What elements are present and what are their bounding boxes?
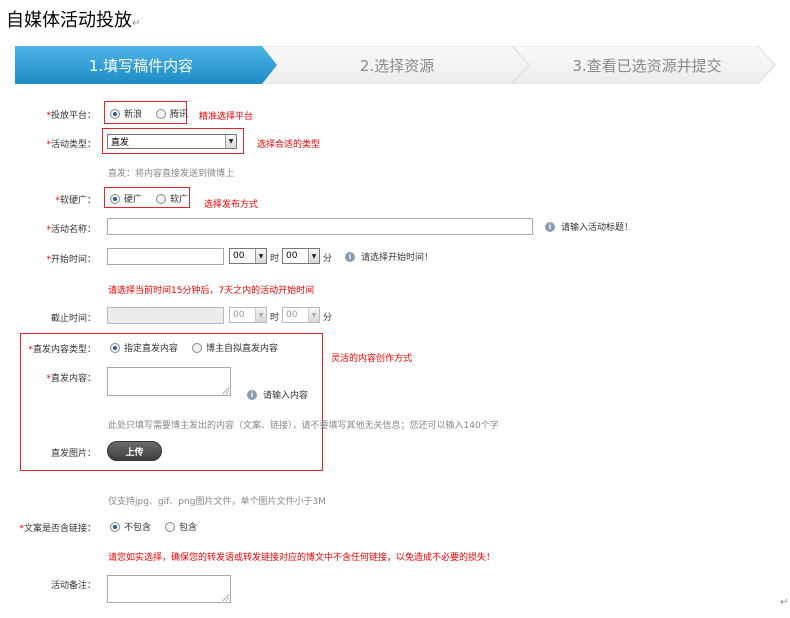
start-hour-unit: 时: [270, 254, 280, 264]
soft-hard-annotation: 选择发布方式: [204, 200, 259, 210]
platform-label: *投放平台：: [46, 111, 96, 121]
start-minute-unit: 分: [323, 254, 333, 264]
direct-content-type-radio-group: 指定直发内容 博主自拟直发内容: [110, 341, 278, 354]
specified-content-radio[interactable]: [110, 342, 120, 353]
activity-type-annotation: 选择合适的类型: [257, 140, 321, 150]
activity-type-value: 直发: [111, 138, 130, 148]
activity-type-select[interactable]: 直发 ▼: [107, 134, 237, 149]
specified-content-label: 指定直发内容: [124, 344, 179, 354]
platform-radio-group: 新浪 腾讯: [110, 107, 188, 120]
no-link-radio[interactable]: [110, 521, 120, 532]
end-minute-value: 00: [286, 310, 298, 320]
activity-name-input[interactable]: [107, 218, 533, 235]
end-minute-unit: 分: [323, 313, 333, 323]
end-time-label: 截止时间：: [50, 314, 96, 324]
start-time-hint: i 请选择开始时间！: [345, 250, 433, 263]
step-1-label[interactable]: 1.填写稿件内容: [15, 55, 267, 76]
direct-content-type-annotation: 灵活的内容创作方式: [331, 354, 413, 364]
start-time-note: 请选择当前时间15分钟后，7天之内的活动开始时间: [108, 286, 315, 296]
platform-sina-label: 新浪: [124, 110, 143, 120]
info-icon: i: [345, 251, 355, 262]
direct-content-hint: i 请输入内容: [247, 388, 308, 401]
end-date-input: [107, 307, 224, 324]
direct-image-label: 直发图片：: [50, 449, 96, 459]
platform-sina-radio[interactable]: [110, 108, 120, 119]
no-link-label: 不包含: [124, 523, 152, 533]
activity-name-hint: i 请输入活动标题！: [545, 220, 633, 233]
activity-type-label: *活动类型：: [46, 140, 96, 150]
start-hour-select[interactable]: 00 ▼: [229, 248, 267, 264]
soft-hard-radio-group: 硬广 软广: [110, 192, 188, 205]
direct-content-note: 此处只填写需要博主发出的内容（文案、链接），请不要填写其他无关信息；您还可以输入…: [108, 421, 499, 431]
end-minute-select: 00 ▼: [282, 307, 320, 323]
soft-hard-label: *软硬广：: [55, 196, 96, 206]
paragraph-mark: ↵: [780, 597, 789, 608]
start-date-input[interactable]: [107, 248, 224, 265]
start-hour-value: 00: [233, 251, 245, 261]
direct-content-textarea[interactable]: [107, 367, 231, 396]
end-hour-unit: 时: [270, 313, 280, 323]
blogger-content-label: 博主自拟直发内容: [206, 344, 279, 354]
step-3-label[interactable]: 3.查看已选资源并提交: [529, 55, 765, 76]
direct-content-label: *直发内容：: [46, 374, 96, 384]
chevron-down-icon: ▼: [255, 249, 266, 263]
remarks-textarea[interactable]: [107, 575, 231, 603]
hard-ad-radio[interactable]: [110, 193, 120, 204]
direct-image-note: 仅支持jpg、gif、png图片文件，单个图片文件小于3M: [108, 497, 326, 507]
soft-ad-radio[interactable]: [156, 193, 167, 204]
upload-button[interactable]: 上传: [107, 441, 162, 461]
chevron-down-icon: ▼: [225, 135, 236, 148]
contains-link-label: *文案是否含链接：: [19, 524, 96, 534]
hard-ad-label: 硬广: [124, 195, 143, 205]
step-2-label[interactable]: 2.选择资源: [277, 55, 517, 76]
end-hour-select: 00 ▼: [229, 307, 267, 323]
resize-handle-icon[interactable]: [222, 387, 229, 394]
has-link-label: 包含: [179, 523, 198, 533]
resize-handle-icon[interactable]: [222, 594, 229, 601]
start-time-label: *开始时间：: [46, 255, 96, 265]
activity-name-label: *活动名称：: [46, 225, 96, 235]
soft-ad-label: 软广: [170, 195, 189, 205]
activity-type-hint: 直发：将内容直接发送到微博上: [108, 169, 235, 179]
page-title: 自媒体活动投放↵: [6, 10, 141, 31]
platform-tencent-label: 腾讯: [170, 110, 189, 120]
remarks-label: 活动备注：: [50, 581, 96, 591]
chevron-down-icon: ▼: [308, 308, 319, 322]
blogger-content-radio[interactable]: [192, 342, 203, 353]
platform-tencent-radio[interactable]: [156, 108, 167, 119]
paragraph-mark: ↵: [132, 18, 141, 29]
step-bar: 1.填写稿件内容 2.选择资源 3.查看已选资源并提交: [15, 46, 775, 84]
direct-content-type-label: *直发内容类型：: [28, 345, 96, 355]
contains-link-radio-group: 不包含 包含: [110, 520, 197, 533]
start-minute-value: 00: [286, 251, 298, 261]
end-hour-value: 00: [233, 310, 245, 320]
chevron-down-icon: ▼: [255, 308, 266, 322]
has-link-radio[interactable]: [165, 521, 176, 532]
info-icon: i: [247, 389, 257, 400]
info-icon: i: [545, 221, 555, 232]
start-minute-select[interactable]: 00 ▼: [282, 248, 320, 264]
chevron-down-icon: ▼: [308, 249, 319, 263]
platform-annotation: 精准选择平台: [199, 112, 254, 122]
contains-link-note: 请您如实选择，确保您的转发语或转发链接对应的博文中不含任何链接，以免造成不必要的…: [108, 553, 496, 563]
